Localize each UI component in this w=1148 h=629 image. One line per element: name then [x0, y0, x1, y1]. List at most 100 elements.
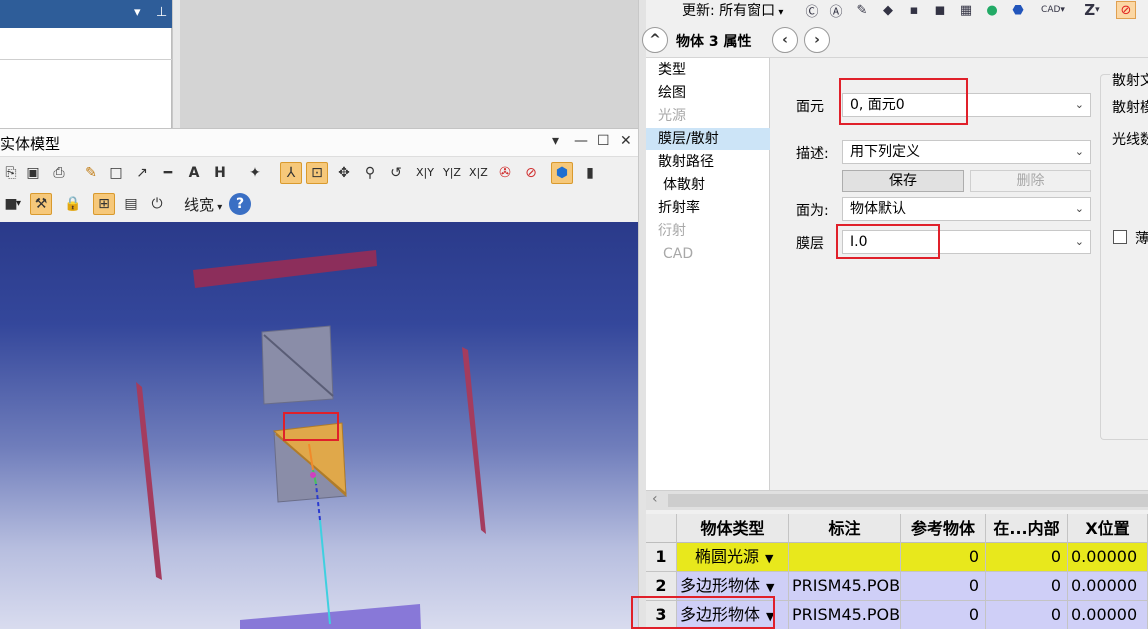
pencil-icon[interactable]: ✎ [80, 162, 102, 184]
delete-button[interactable]: 删除 [970, 170, 1091, 192]
inside-cell[interactable]: 0 [986, 601, 1068, 629]
window-menu-icon[interactable]: ▾ [552, 133, 559, 149]
label-cell[interactable]: PRISM45.POB [789, 572, 901, 600]
box-icon[interactable]: ▪ [904, 1, 924, 19]
close-icon[interactable]: ✕ [620, 133, 632, 149]
view-yz-button[interactable]: Y|Z [443, 166, 461, 179]
arrow-line-icon[interactable]: ↗ [131, 162, 153, 184]
refresh-c-icon[interactable]: Ⓒ [802, 1, 822, 20]
thin-checkbox[interactable] [1113, 230, 1127, 244]
brush-icon[interactable]: ⚒ [30, 193, 52, 215]
copy-icon[interactable]: ⎘ [0, 162, 22, 184]
coating-select[interactable]: I.0 ⌄ [842, 230, 1091, 254]
label-cell[interactable]: PRISM45.POB [789, 601, 901, 629]
axes-icon[interactable]: ⅄ [280, 162, 302, 184]
chevron-down-icon[interactable]: ▾ [16, 198, 21, 209]
row-index[interactable]: 1 [646, 543, 677, 571]
category-refractive-index[interactable]: 折射率 [646, 197, 770, 219]
category-volume-scatter[interactable]: 体散射 [646, 174, 770, 196]
help-icon[interactable]: ? [229, 193, 251, 215]
horizontal-scrollbar[interactable]: ‹ [646, 490, 1148, 510]
line-width-dropdown[interactable]: 线宽 ▾ [184, 194, 222, 215]
dimension-icon[interactable]: H [209, 162, 231, 184]
fan-icon[interactable]: ✇ [494, 162, 516, 184]
category-drawing[interactable]: 绘图 [646, 82, 770, 104]
x-position-cell[interactable]: 0.00000 [1068, 572, 1148, 600]
collapse-up-icon[interactable]: ^ [642, 27, 668, 53]
minimize-icon[interactable]: — [574, 133, 588, 149]
reference-cell[interactable]: 0 [901, 601, 986, 629]
view-xy-button[interactable]: X|Y [416, 166, 434, 179]
column-header-object-type[interactable]: 物体类型 [677, 514, 789, 543]
face-as-select[interactable]: 物体默认 ⌄ [842, 197, 1091, 221]
category-cad[interactable]: CAD [646, 243, 770, 265]
row-index[interactable]: 2 [646, 572, 677, 600]
row-index[interactable]: 3 [646, 601, 677, 629]
cube-icon[interactable]: ◼ [930, 1, 950, 19]
column-header-x-position[interactable]: X位置 [1068, 514, 1148, 543]
reference-cell[interactable]: 0 [901, 572, 986, 600]
table-row[interactable]: 2 多边形物体 ▼ PRISM45.POB 0 0 0.00000 [646, 572, 1148, 601]
save-image-icon[interactable]: ▣ [22, 162, 44, 184]
power-icon[interactable]: ⏻ [146, 193, 168, 215]
column-header-label[interactable]: 标注 [789, 514, 901, 543]
window-layout-icon[interactable]: ▤ [120, 193, 142, 215]
pin-icon[interactable]: ⊥ [156, 5, 167, 20]
solid-render-icon[interactable]: ⬢ [551, 162, 573, 184]
panel-scrollbar[interactable] [172, 0, 180, 128]
rotate-view-icon[interactable]: ✦ [244, 162, 266, 184]
object-type-cell[interactable]: 多边形物体 ▼ [677, 572, 789, 600]
panel-menu-icon[interactable]: ▾ [134, 5, 141, 20]
column-header-inside[interactable]: 在...内部 [986, 514, 1068, 543]
inside-cell[interactable]: 0 [986, 543, 1068, 571]
next-object-button[interactable]: › [804, 27, 830, 53]
save-button[interactable]: 保存 [842, 170, 964, 192]
magnify-icon[interactable]: ⚲ [359, 162, 381, 184]
print-icon[interactable]: ⎙ [48, 162, 70, 184]
table-row[interactable]: 3 多边形物体 ▼ PRISM45.POB 0 0 0.00000 [646, 601, 1148, 629]
polyhedron-icon[interactable]: ⬣ [1008, 1, 1028, 19]
description-select[interactable]: 用下列定义 ⌄ [842, 140, 1091, 164]
table-row[interactable]: 1 椭圆光源 ▼ 0 0 0.00000 [646, 543, 1148, 572]
scroll-left-icon[interactable]: ‹ [652, 491, 658, 507]
column-header-reference[interactable]: 参考物体 [901, 514, 986, 543]
z-dropdown[interactable]: Z ▾ [1082, 1, 1102, 19]
undo-view-icon[interactable]: ↺ [385, 162, 407, 184]
line-icon[interactable]: ━ [157, 162, 179, 184]
lock-icon[interactable]: 🔒 [62, 193, 84, 215]
spheres-icon[interactable]: ● [982, 1, 1002, 19]
object-type-cell[interactable]: 椭圆光源 ▼ [677, 543, 789, 571]
category-coating-scatter[interactable]: 膜层/散射 [646, 128, 770, 150]
rectangle-icon[interactable]: □ [105, 162, 127, 184]
edit-object-icon[interactable]: ✎ [852, 1, 872, 19]
category-scatter-path[interactable]: 散射路径 [646, 151, 770, 173]
reference-cell[interactable]: 0 [901, 543, 986, 571]
grid-icon[interactable]: ▦ [956, 1, 976, 19]
zoom-box-icon[interactable]: ⊡ [306, 162, 328, 184]
no-fan-icon[interactable]: ⊘ [520, 162, 542, 184]
pan-icon[interactable]: ✥ [333, 162, 355, 184]
face-select[interactable]: 0, 面元0 ⌄ [842, 93, 1091, 117]
update-dropdown[interactable]: 更新: 所有窗口 ▾ [682, 0, 783, 20]
inside-cell[interactable]: 0 [986, 572, 1068, 600]
object-type-cell[interactable]: 多边形物体 ▼ [677, 601, 789, 629]
refresh-a-icon[interactable]: Ⓐ [826, 1, 846, 20]
cad-dropdown[interactable]: CAD ▾ [1038, 1, 1068, 19]
object-tool-icon[interactable]: ◆ [878, 1, 898, 19]
x-position-cell[interactable]: 0.00000 [1068, 543, 1148, 571]
panel-splitter[interactable] [638, 0, 646, 629]
no-entry-icon[interactable]: ⊘ [1116, 1, 1136, 19]
grid-select-icon[interactable]: ⊞ [93, 193, 115, 215]
maximize-icon[interactable]: ☐ [597, 133, 610, 149]
x-position-cell[interactable]: 0.00000 [1068, 601, 1148, 629]
category-diffraction[interactable]: 衍射 [646, 220, 770, 242]
category-source[interactable]: 光源 [646, 105, 770, 127]
label-cell[interactable] [789, 543, 901, 571]
scroll-thumb[interactable] [668, 494, 1148, 507]
3d-viewport[interactable] [0, 222, 640, 629]
prev-object-button[interactable]: ‹ [772, 27, 798, 53]
text-tool-icon[interactable]: A [183, 162, 205, 184]
view-xz-button[interactable]: X|Z [469, 166, 488, 179]
grid-corner[interactable] [646, 514, 677, 543]
category-type[interactable]: 类型 [646, 59, 770, 81]
